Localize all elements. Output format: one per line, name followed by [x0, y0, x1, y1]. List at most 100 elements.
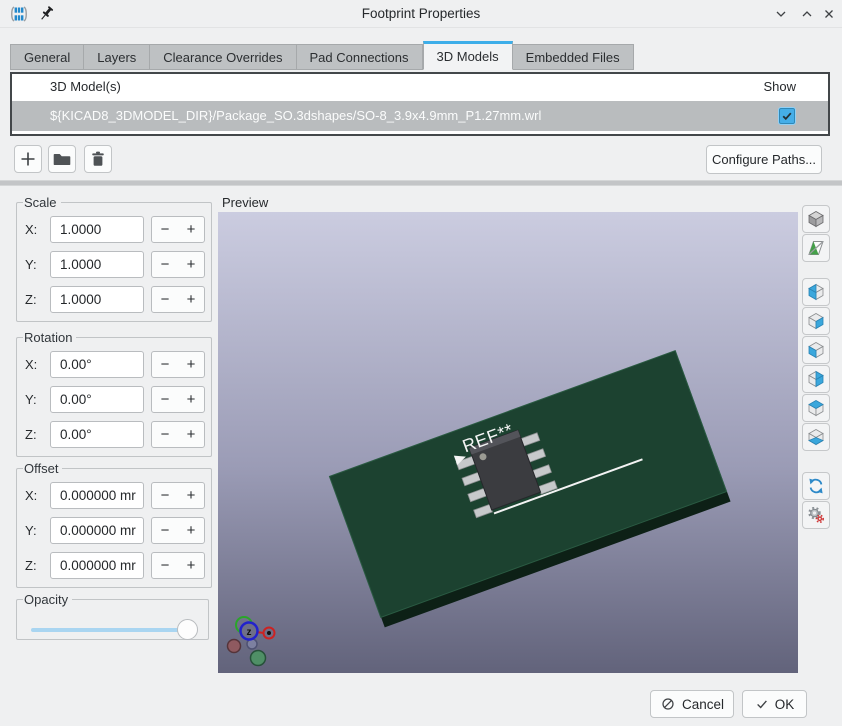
rotation-z-label: Z:	[25, 427, 43, 442]
rotation-y-stepper: −+	[151, 386, 205, 413]
tab-layers[interactable]: Layers	[84, 44, 150, 70]
model-row[interactable]: ${KICAD8_3DMODEL_DIR}/Package_SO.3dshape…	[12, 101, 828, 131]
increment-button[interactable]: +	[178, 553, 204, 578]
view-front-button[interactable]	[802, 336, 830, 364]
tab-pad-connections[interactable]: Pad Connections	[297, 44, 423, 70]
check-icon	[755, 697, 769, 711]
model-list-header: 3D Model(s) Show	[12, 74, 828, 101]
view-back-button[interactable]	[802, 365, 830, 393]
offset-y-stepper: −+	[151, 517, 205, 544]
preview-3d-viewport[interactable]: REF** z	[218, 212, 798, 673]
rotation-z-input[interactable]	[50, 421, 144, 448]
decrement-button[interactable]: −	[152, 352, 178, 377]
increment-button[interactable]: +	[178, 483, 204, 508]
opacity-slider-handle[interactable]	[177, 619, 198, 640]
scale-y-stepper: −+	[151, 251, 205, 278]
offset-x-stepper: −+	[151, 482, 205, 509]
scale-x-label: X:	[25, 222, 43, 237]
offset-z-label: Z:	[25, 558, 43, 573]
offset-x-input[interactable]	[50, 482, 144, 509]
preview-title: Preview	[222, 195, 268, 210]
cancel-icon	[660, 696, 676, 712]
plus-icon	[18, 149, 38, 169]
ok-button[interactable]: OK	[742, 690, 807, 718]
delete-model-button[interactable]	[84, 145, 112, 173]
view-right-button[interactable]	[802, 307, 830, 335]
rotation-x-label: X:	[25, 357, 43, 372]
scale-group: Scale X: −+ Y: −+ Z: −+	[16, 195, 212, 322]
tab-general[interactable]: General	[10, 44, 84, 70]
tab-bar: General Layers Clearance Overrides Pad C…	[10, 42, 634, 70]
model-path: ${KICAD8_3DMODEL_DIR}/Package_SO.3dshape…	[50, 108, 541, 123]
increment-button[interactable]: +	[178, 422, 204, 447]
rotation-z-stepper: −+	[151, 421, 205, 448]
horizontal-separator	[0, 180, 842, 186]
opacity-group: Opacity	[16, 592, 209, 640]
rotation-group: Rotation X: −+ Y: −+ Z: −+	[16, 330, 212, 457]
minimize-icon[interactable]	[772, 5, 790, 23]
opacity-group-title: Opacity	[23, 592, 72, 607]
add-model-button[interactable]	[14, 145, 42, 173]
cube-left-icon	[806, 282, 826, 302]
decrement-button[interactable]: −	[152, 553, 178, 578]
offset-group-title: Offset	[23, 461, 62, 476]
rotation-y-input[interactable]	[50, 386, 144, 413]
decrement-button[interactable]: −	[152, 217, 178, 242]
show-checkbox[interactable]	[778, 107, 796, 125]
increment-button[interactable]: +	[178, 518, 204, 543]
scale-z-input[interactable]	[50, 286, 144, 313]
view-top-button[interactable]	[802, 394, 830, 422]
toggle-board-body-button[interactable]	[802, 234, 830, 262]
decrement-button[interactable]: −	[152, 387, 178, 412]
close-icon[interactable]	[820, 5, 838, 23]
decrement-button[interactable]: −	[152, 422, 178, 447]
cancel-button[interactable]: Cancel	[650, 690, 734, 718]
tab-clearance-overrides[interactable]: Clearance Overrides	[150, 44, 296, 70]
cube-bottom-icon	[806, 427, 826, 447]
model-list: 3D Model(s) Show ${KICAD8_3DMODEL_DIR}/P…	[10, 72, 830, 136]
maximize-icon[interactable]	[798, 5, 816, 23]
tab-3d-models[interactable]: 3D Models	[423, 41, 513, 70]
decrement-button[interactable]: −	[152, 518, 178, 543]
rotation-x-stepper: −+	[151, 351, 205, 378]
offset-group: Offset X: −+ Y: −+ Z: −+	[16, 461, 212, 588]
increment-button[interactable]: +	[178, 252, 204, 277]
opacity-slider-track[interactable]	[31, 628, 194, 632]
increment-button[interactable]: +	[178, 352, 204, 377]
scale-group-title: Scale	[23, 195, 61, 210]
preview-settings-button[interactable]	[802, 501, 830, 529]
column-show: Show	[763, 79, 796, 94]
cube-right-icon	[806, 311, 826, 331]
browse-model-button[interactable]	[48, 145, 76, 173]
cube-back-icon	[806, 369, 826, 389]
view-left-button[interactable]	[802, 278, 830, 306]
configure-paths-button[interactable]: Configure Paths...	[706, 145, 822, 174]
increment-button[interactable]: +	[178, 287, 204, 312]
scale-x-input[interactable]	[50, 216, 144, 243]
cube-front-icon	[806, 340, 826, 360]
gears-icon	[806, 505, 826, 525]
rotation-x-input[interactable]	[50, 351, 144, 378]
increment-button[interactable]: +	[178, 387, 204, 412]
view-bottom-button[interactable]	[802, 423, 830, 451]
decrement-button[interactable]: −	[152, 287, 178, 312]
view-isometric-button[interactable]	[802, 205, 830, 233]
offset-y-input[interactable]	[50, 517, 144, 544]
scale-z-label: Z:	[25, 292, 43, 307]
opacity-slider[interactable]	[29, 619, 198, 641]
decrement-button[interactable]: −	[152, 483, 178, 508]
reload-model-button[interactable]	[802, 472, 830, 500]
tab-embedded-files[interactable]: Embedded Files	[513, 44, 634, 70]
footprint-properties-dialog: Footprint Properties General Layers Clea…	[0, 0, 842, 726]
scale-y-label: Y:	[25, 257, 43, 272]
rotation-group-title: Rotation	[23, 330, 76, 345]
scale-z-stepper: −+	[151, 286, 205, 313]
increment-button[interactable]: +	[178, 217, 204, 242]
offset-z-input[interactable]	[50, 552, 144, 579]
scale-x-stepper: −+	[151, 216, 205, 243]
trash-icon	[88, 149, 108, 169]
offset-z-stepper: −+	[151, 552, 205, 579]
decrement-button[interactable]: −	[152, 252, 178, 277]
scale-y-input[interactable]	[50, 251, 144, 278]
folder-icon	[52, 149, 72, 169]
